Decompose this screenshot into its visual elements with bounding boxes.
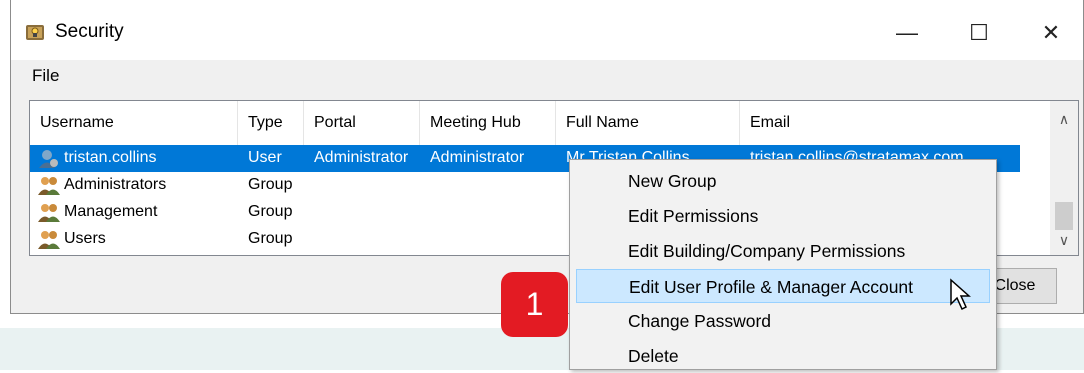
cell-username: Management (64, 203, 158, 220)
group-icon (38, 204, 60, 222)
cell-username: Users (64, 230, 106, 247)
user-icon (39, 150, 58, 168)
column-header-portal[interactable]: Portal (304, 101, 420, 145)
menu-item-label: New Group (628, 171, 717, 191)
menu-bar (11, 60, 1083, 94)
cell-username: Administrators (64, 176, 167, 193)
scroll-down-arrow-icon[interactable]: ∨ (1050, 226, 1078, 254)
column-header-full-name[interactable]: Full Name (556, 101, 740, 145)
menu-item-label: Edit User Profile & Manager Account (629, 277, 914, 297)
group-icon (38, 177, 60, 195)
menu-item-label: Edit Permissions (628, 206, 759, 226)
security-app-icon (26, 25, 44, 40)
cell-portal: Administrator (314, 149, 409, 166)
cell-meeting-hub: Administrator (430, 149, 525, 166)
scroll-up-arrow-icon[interactable]: ∧ (1050, 101, 1078, 137)
cell-type: User (248, 149, 282, 166)
step-number-badge: 1 (501, 272, 568, 337)
cell-type: Group (248, 230, 293, 247)
menu-item-edit-user-profile[interactable]: Edit User Profile & Manager Account (576, 269, 990, 303)
title-bar: Security — ☐ ✕ (11, 0, 1083, 60)
menu-item-edit-permissions[interactable]: Edit Permissions (576, 199, 990, 233)
group-icon (38, 231, 60, 249)
menu-item-change-password[interactable]: Change Password (576, 304, 990, 338)
column-header-email[interactable]: Email (740, 101, 1026, 145)
menu-item-new-group[interactable]: New Group (576, 164, 990, 198)
menu-item-label: Change Password (628, 311, 771, 331)
column-header-meeting-hub[interactable]: Meeting Hub (420, 101, 556, 145)
menu-item-edit-building-company-permissions[interactable]: Edit Building/Company Permissions (576, 234, 990, 268)
mouse-pointer-icon (950, 278, 971, 311)
menu-file[interactable]: File (32, 66, 59, 86)
menu-item-delete[interactable]: Delete (576, 339, 990, 373)
maximize-button[interactable]: ☐ (956, 14, 1002, 52)
context-menu: New Group Edit Permissions Edit Building… (569, 159, 997, 370)
column-header-username[interactable]: Username (30, 101, 238, 145)
close-window-button[interactable]: ✕ (1028, 14, 1074, 52)
column-header-type[interactable]: Type (238, 101, 304, 145)
menu-item-label: Edit Building/Company Permissions (628, 241, 906, 261)
window-title: Security (55, 21, 124, 42)
cell-type: Group (248, 203, 293, 220)
menu-item-label: Delete (628, 346, 679, 366)
vertical-scrollbar[interactable]: ∧ ∨ (1050, 101, 1078, 255)
cell-username: tristan.collins (64, 149, 157, 166)
minimize-button[interactable]: — (884, 14, 930, 52)
cell-type: Group (248, 176, 293, 193)
